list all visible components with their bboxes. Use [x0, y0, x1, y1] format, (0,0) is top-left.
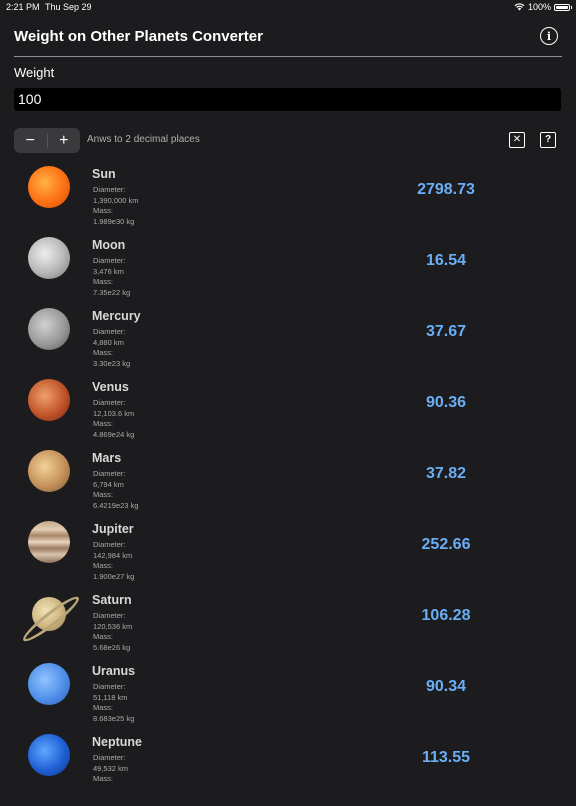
mass-value: 7.35e22 kg: [93, 287, 131, 297]
planet-row-venus: Venus Diameter: 12,103.6 km Mass: 4.869e…: [0, 379, 576, 451]
planet-details: Diameter: 49,532 km Mass:: [93, 753, 128, 785]
planet-weight-value: 16.54: [425, 252, 467, 269]
status-time: 2:21 PM: [6, 2, 40, 12]
planet-name: Saturn: [92, 593, 132, 607]
planet-weight-value: 37.82: [425, 465, 467, 482]
mass-label: Mass:: [93, 419, 114, 428]
diameter-label: Diameter:: [93, 611, 126, 620]
diameter-value: 12,103.6 km: [93, 408, 135, 418]
planet-row-sun: Sun Diameter: 1,390,000 km Mass: 1.989e3…: [0, 166, 576, 238]
diameter-label: Diameter:: [93, 398, 126, 407]
diameter-label: Diameter:: [93, 682, 126, 691]
increment-button[interactable]: +: [48, 128, 81, 153]
mass-label: Mass:: [93, 561, 114, 570]
planet-details: Diameter: 6,794 km Mass: 6.4219e23 kg: [93, 469, 138, 511]
planet-row-neptune: Neptune Diameter: 49,532 km Mass: 113.55: [0, 734, 576, 806]
help-icon[interactable]: ?: [540, 132, 556, 148]
mass-label: Mass:: [93, 774, 114, 783]
wifi-icon: [514, 3, 525, 11]
mass-label: Mass:: [93, 348, 114, 357]
status-date: Thu Sep 29: [45, 2, 92, 12]
weight-input[interactable]: 100: [14, 88, 561, 111]
planet-weight-value: 2798.73: [417, 181, 475, 198]
planet-weight-value: 90.34: [425, 678, 467, 695]
mass-label: Mass:: [93, 277, 114, 286]
planet-details: Diameter: 142,984 km Mass: 1.900e27 kg: [93, 540, 134, 582]
diameter-label: Diameter:: [93, 327, 126, 336]
planet-name: Sun: [92, 167, 116, 181]
planet-row-jupiter: Jupiter Diameter: 142,984 km Mass: 1.900…: [0, 521, 576, 593]
planet-details: Diameter: 12,103.6 km Mass: 4.869e24 kg: [93, 398, 134, 440]
mass-value: 5.68e26 kg: [93, 642, 131, 652]
planet-details: Diameter: 4,880 km Mass: 3.30e23 kg: [93, 327, 130, 369]
planet-details: Diameter: 1,390,000 km Mass: 1.989e30 kg: [93, 185, 138, 227]
planet-name: Neptune: [92, 735, 142, 749]
diameter-value: 51,118 km: [93, 692, 128, 702]
planet-name: Jupiter: [92, 522, 134, 536]
planet-row-moon: Moon Diameter: 3,476 km Mass: 7.35e22 kg…: [0, 237, 576, 309]
jupiter-image: [28, 521, 70, 563]
diameter-label: Diameter:: [93, 469, 126, 478]
venus-image: [28, 379, 70, 421]
mass-value: 3.30e23 kg: [93, 358, 131, 368]
planet-details: Diameter: 3,476 km Mass: 7.35e22 kg: [93, 256, 130, 298]
planet-row-uranus: Uranus Diameter: 51,118 km Mass: 8.683e2…: [0, 663, 576, 735]
clear-icon[interactable]: ✕: [509, 132, 525, 148]
mars-image: [28, 450, 70, 492]
diameter-value: 4,880 km: [93, 337, 124, 347]
planet-row-saturn: Saturn Diameter: 120,536 km Mass: 5.68e2…: [0, 591, 576, 664]
diameter-label: Diameter:: [93, 256, 126, 265]
planet-name: Mercury: [92, 309, 141, 323]
planet-details: Diameter: 51,118 km Mass: 8.683e25 kg: [93, 682, 134, 724]
planet-weight-value: 106.28: [421, 607, 471, 624]
mass-label: Mass:: [93, 206, 114, 215]
decimal-stepper: − +: [14, 128, 80, 153]
mass-value: 1.989e30 kg: [93, 216, 135, 226]
planet-row-mars: Mars Diameter: 6,794 km Mass: 6.4219e23 …: [0, 450, 576, 522]
diameter-value: 49,532 km: [93, 763, 129, 773]
diameter-label: Diameter:: [93, 753, 126, 762]
status-bar: 2:21 PM Thu Sep 29 100%: [0, 0, 576, 14]
planet-name: Moon: [92, 238, 126, 252]
planet-weight-value: 252.66: [421, 536, 471, 553]
moon-image: [28, 237, 70, 279]
planet-weight-value: 113.55: [421, 749, 471, 766]
mass-value: 1.900e27 kg: [93, 571, 135, 581]
mass-label: Mass:: [93, 703, 114, 712]
planet-details: Diameter: 120,536 km Mass: 5.68e26 kg: [93, 611, 132, 653]
status-right: 100%: [514, 2, 572, 12]
planet-name: Mars: [92, 451, 122, 465]
mass-value: 6.4219e23 kg: [93, 500, 139, 510]
sun-image: [28, 166, 70, 208]
header-divider: [14, 56, 562, 57]
diameter-value: 6,794 km: [93, 479, 124, 489]
diameter-label: Diameter:: [93, 540, 126, 549]
planet-name: Uranus: [92, 664, 136, 678]
battery-icon: [554, 3, 572, 11]
diameter-value: 1,390,000 km: [93, 195, 139, 205]
uranus-image: [28, 663, 70, 705]
diameter-label: Diameter:: [93, 185, 126, 194]
planet-name: Venus: [92, 380, 129, 394]
planet-row-mercury: Mercury Diameter: 4,880 km Mass: 3.30e23…: [0, 308, 576, 380]
diameter-value: 3,476 km: [93, 266, 124, 276]
diameter-value: 142,984 km: [93, 550, 133, 560]
page-title: Weight on Other Planets Converter: [14, 28, 263, 45]
mercury-image: [28, 308, 70, 350]
decrement-button[interactable]: −: [14, 128, 47, 153]
mass-value: 4.869e24 kg: [93, 429, 135, 439]
battery-percent: 100%: [527, 2, 551, 12]
mass-value: 8.683e25 kg: [93, 713, 135, 723]
mass-label: Mass:: [93, 490, 114, 499]
planet-weight-value: 90.36: [425, 394, 467, 411]
mass-label: Mass:: [93, 632, 114, 641]
diameter-value: 120,536 km: [93, 621, 133, 631]
neptune-image: [28, 734, 70, 776]
planet-weight-value: 37.67: [425, 323, 467, 340]
info-icon[interactable]: i: [540, 27, 558, 45]
decimal-places-label: Anws to 2 decimal places: [87, 134, 200, 145]
weight-label: Weight: [14, 65, 55, 80]
